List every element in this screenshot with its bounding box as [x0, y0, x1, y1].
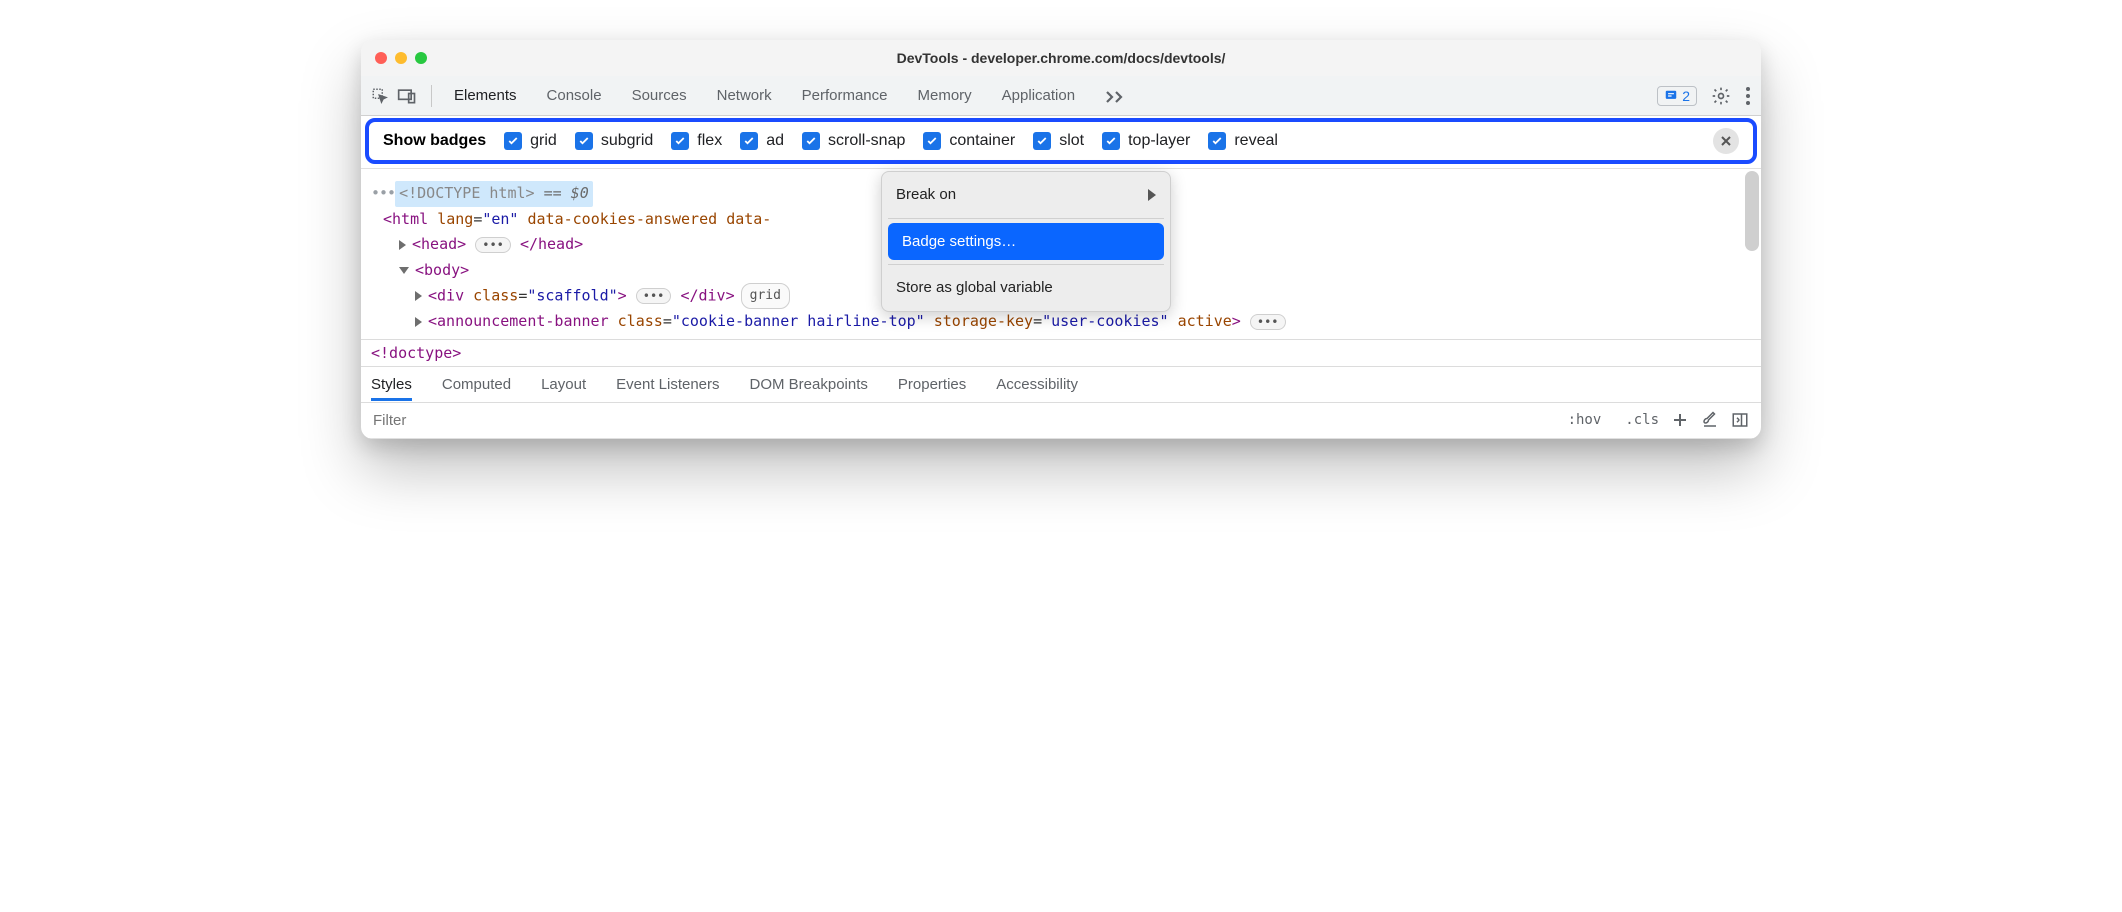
- subtab-styles[interactable]: Styles: [371, 368, 412, 401]
- checkbox-checked-icon: [740, 132, 758, 150]
- main-toolbar: Elements Console Sources Network Perform…: [361, 76, 1761, 116]
- checkbox-checked-icon: [1033, 132, 1051, 150]
- vertical-scrollbar[interactable]: [1745, 171, 1759, 251]
- subtab-accessibility[interactable]: Accessibility: [996, 368, 1078, 401]
- elements-dom-tree[interactable]: •••<!DOCTYPE html> == $0 <html lang="en"…: [361, 168, 1761, 339]
- settings-gear-icon[interactable]: [1711, 86, 1731, 106]
- context-menu: Break on Badge settings… Store as global…: [881, 171, 1171, 312]
- computed-panel-toggle-icon[interactable]: [1731, 411, 1749, 429]
- tab-console[interactable]: Console: [547, 87, 602, 104]
- context-menu-separator: [888, 218, 1164, 219]
- badge-toggle-subgrid[interactable]: subgrid: [575, 132, 653, 150]
- ellipsis-icon[interactable]: •••: [636, 288, 672, 304]
- checkbox-checked-icon: [1208, 132, 1226, 150]
- more-tabs-icon[interactable]: [1105, 89, 1127, 103]
- badge-bar-label: Show badges: [383, 132, 486, 150]
- checkbox-checked-icon: [1102, 132, 1120, 150]
- styles-filter-row: :hov .cls: [361, 403, 1761, 439]
- kebab-menu-icon[interactable]: [1745, 86, 1751, 106]
- rendering-emulations-icon[interactable]: [1701, 411, 1719, 429]
- tab-application[interactable]: Application: [1002, 87, 1075, 104]
- hov-toggle[interactable]: :hov: [1558, 412, 1612, 428]
- styles-pane-tabs: Styles Computed Layout Event Listeners D…: [361, 367, 1761, 403]
- cls-toggle[interactable]: .cls: [1615, 412, 1669, 428]
- elements-breadcrumb[interactable]: <!doctype>: [361, 339, 1761, 367]
- subtab-properties[interactable]: Properties: [898, 368, 966, 401]
- subtab-event-listeners[interactable]: Event Listeners: [616, 368, 719, 401]
- tab-performance[interactable]: Performance: [802, 87, 888, 104]
- checkbox-checked-icon: [923, 132, 941, 150]
- badge-toggle-top-layer[interactable]: top-layer: [1102, 132, 1190, 150]
- subtab-dom-breakpoints[interactable]: DOM Breakpoints: [750, 368, 868, 401]
- device-toolbar-icon[interactable]: [397, 87, 417, 105]
- ellipsis-icon[interactable]: •••: [1250, 314, 1286, 330]
- window-title: DevTools - developer.chrome.com/docs/dev…: [361, 50, 1761, 66]
- badge-toggle-grid[interactable]: grid: [504, 132, 557, 150]
- issues-badge[interactable]: 2: [1657, 86, 1697, 106]
- gutter-dots-icon: •••: [371, 184, 395, 202]
- expand-arrow-icon[interactable]: [415, 291, 422, 301]
- badge-toggle-container[interactable]: container: [923, 132, 1015, 150]
- badge-toggle-ad[interactable]: ad: [740, 132, 784, 150]
- collapse-arrow-icon[interactable]: [399, 267, 409, 274]
- inspect-element-icon[interactable]: [371, 87, 389, 105]
- checkbox-checked-icon: [575, 132, 593, 150]
- panel-tabs: Elements Console Sources Network Perform…: [454, 87, 1649, 104]
- checkbox-checked-icon: [802, 132, 820, 150]
- subtab-layout[interactable]: Layout: [541, 368, 586, 401]
- tab-elements[interactable]: Elements: [454, 87, 517, 104]
- context-item-store-global[interactable]: Store as global variable: [882, 269, 1170, 307]
- toolbar-divider: [431, 85, 432, 107]
- badge-settings-bar: Show badges grid subgrid flex ad scroll-…: [365, 118, 1757, 164]
- window-titlebar: DevTools - developer.chrome.com/docs/dev…: [361, 40, 1761, 76]
- tab-network[interactable]: Network: [717, 87, 772, 104]
- badge-toggle-reveal[interactable]: reveal: [1208, 132, 1278, 150]
- close-window-button[interactable]: [375, 52, 387, 64]
- badge-toggle-flex[interactable]: flex: [671, 132, 722, 150]
- submenu-arrow-icon: [1148, 189, 1156, 201]
- badge-toggle-slot[interactable]: slot: [1033, 132, 1084, 150]
- issues-count: 2: [1682, 88, 1690, 104]
- ellipsis-icon[interactable]: •••: [475, 237, 511, 253]
- context-item-badge-settings[interactable]: Badge settings…: [888, 223, 1164, 261]
- close-badge-bar-icon[interactable]: [1713, 128, 1739, 154]
- expand-arrow-icon[interactable]: [415, 317, 422, 327]
- tab-memory[interactable]: Memory: [918, 87, 972, 104]
- minimize-window-button[interactable]: [395, 52, 407, 64]
- styles-toolbar-icons: [1671, 411, 1761, 429]
- maximize-window-button[interactable]: [415, 52, 427, 64]
- badge-toggle-scroll-snap[interactable]: scroll-snap: [802, 132, 905, 150]
- expand-arrow-icon[interactable]: [399, 240, 406, 250]
- devtools-window: DevTools - developer.chrome.com/docs/dev…: [361, 40, 1761, 439]
- subtab-computed[interactable]: Computed: [442, 368, 511, 401]
- dom-node-announcement-banner[interactable]: <announcement-banner class="cookie-banne…: [415, 309, 1751, 335]
- context-menu-separator: [888, 264, 1164, 265]
- checkbox-checked-icon: [671, 132, 689, 150]
- tab-sources[interactable]: Sources: [632, 87, 687, 104]
- toolbar-right: 2: [1657, 86, 1751, 106]
- styles-filter-input[interactable]: [361, 412, 1556, 429]
- grid-badge[interactable]: grid: [741, 283, 790, 309]
- new-style-rule-icon[interactable]: [1671, 411, 1689, 429]
- context-item-break-on[interactable]: Break on: [882, 176, 1170, 214]
- checkbox-checked-icon: [504, 132, 522, 150]
- traffic-lights: [375, 52, 427, 64]
